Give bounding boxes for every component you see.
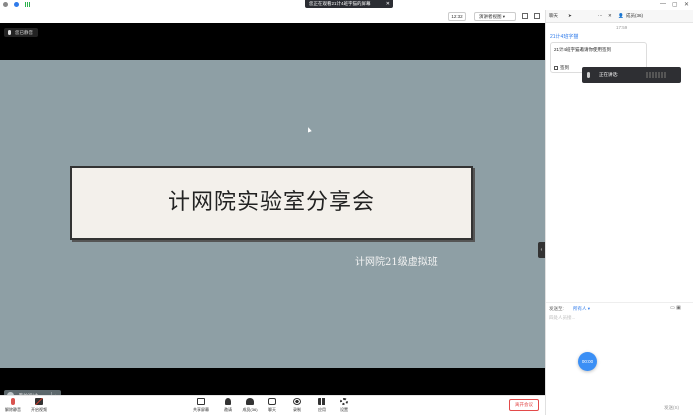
panel-tabs: 聊天 ➤ ⋯ ✕ 👤 成员(36) <box>546 10 693 23</box>
chat-panel: 聊天 ➤ ⋯ ✕ 👤 成员(36) 17:59 21计4班字猫 21计4班字猫邀… <box>545 10 693 415</box>
start-video-label: 开启视频 <box>31 407 47 412</box>
microphone-icon <box>587 72 590 78</box>
more-icon[interactable]: ⋯ <box>598 13 603 19</box>
share-banner-text: 您正在观看21计4班字猫的屏幕 <box>309 1 371 6</box>
slide-subtitle: 计网院21级虚拟班 <box>355 257 438 268</box>
mute-status-text: 您已静音 <box>15 30 33 35</box>
unmute-label: 解除静音 <box>5 407 21 412</box>
record-icon <box>293 398 301 405</box>
checkin-label: 签到 <box>560 65 569 70</box>
share-screen-button[interactable]: 共享屏幕 <box>190 398 212 413</box>
audio-level-icon <box>646 72 666 78</box>
collapse-panel-button[interactable]: ‹ <box>538 242 545 258</box>
leave-meeting-button[interactable]: 离开会议 <box>509 399 539 411</box>
speaking-indicator: 正在讲话: <box>582 67 681 83</box>
close-icon[interactable]: ✕ <box>386 0 390 8</box>
minimize-button[interactable]: — <box>660 1 666 7</box>
start-video-button[interactable]: 开启视频 <box>28 398 50 413</box>
invite-icon <box>225 398 231 405</box>
microphone-icon <box>8 30 11 35</box>
meeting-toolbar: 12:32 演讲者视图 ▾ <box>0 10 545 23</box>
apps-label: 应用 <box>318 407 326 412</box>
checkin-button[interactable]: 签到 <box>554 65 569 71</box>
members-label: 成员(36) <box>242 407 258 412</box>
info-icon[interactable] <box>3 2 8 7</box>
shield-icon[interactable] <box>14 2 19 7</box>
floating-timer-button[interactable]: 00:00 <box>578 352 597 371</box>
send-to-label: 发送至: <box>549 306 564 311</box>
share-banner: 您正在观看21计4班字猫的屏幕 ✕ <box>305 0 393 8</box>
invite-label: 邀请 <box>224 407 232 412</box>
bottom-control-bar: 解除静音 开启视频 共享屏幕 邀请 成员(36) 聊天 录制 应用 设置 离开会… <box>0 395 545 415</box>
message-timestamp: 17:59 <box>616 25 628 30</box>
send-to-dropdown[interactable]: 所有人 ▾ <box>573 306 590 312</box>
share-screen-icon <box>197 398 205 405</box>
speaking-label: 正在讲话: <box>599 72 619 77</box>
unmute-button[interactable]: 解除静音 <box>2 398 24 413</box>
send-target-row: 发送至: 所有人 ▾ ▭ ▣ <box>546 302 693 313</box>
chat-input[interactable]: 四处人员接... <box>549 315 575 321</box>
checkin-icon <box>554 66 558 70</box>
record-label: 录制 <box>293 407 301 412</box>
tab-chat[interactable]: 聊天 <box>549 13 558 19</box>
record-button[interactable]: 录制 <box>286 398 308 413</box>
apps-button[interactable]: 应用 <box>311 398 333 413</box>
microphone-icon <box>11 398 15 405</box>
members-button[interactable]: 成员(36) <box>239 398 261 413</box>
send-button[interactable]: 发送(S) <box>664 405 679 411</box>
shared-slide: 计网院实验室分享会 计网院21级虚拟班 ‹ 陶伯行(主... › <box>0 60 545 401</box>
title-bar: 您正在观看21计4班字猫的屏幕 ✕ — ▢ ✕ <box>0 0 693 10</box>
slide-title: 计网院实验室分享会 <box>167 190 375 215</box>
invite-button[interactable]: 邀请 <box>217 398 239 413</box>
user-icon: 👤 <box>618 13 624 18</box>
camera-off-icon <box>35 398 43 405</box>
layout-icon[interactable] <box>534 13 540 19</box>
message-text: 21计4班字猫邀请你使用签到 <box>554 47 612 52</box>
message-sender[interactable]: 21计4班字猫 <box>550 33 578 40</box>
screenshot-icon[interactable]: ▭ ▣ <box>670 305 681 311</box>
slide-title-box: 计网院实验室分享会 <box>70 166 473 240</box>
close-window-button[interactable]: ✕ <box>684 1 689 8</box>
settings-label: 设置 <box>340 407 348 412</box>
meeting-timer: 12:32 <box>448 12 466 21</box>
apps-icon <box>318 398 326 405</box>
settings-icon <box>340 398 348 405</box>
members-icon <box>246 398 254 405</box>
cursor-icon: ➤ <box>568 13 572 18</box>
maximize-button[interactable]: ▢ <box>672 1 678 8</box>
video-stage: 您已静音 计网院实验室分享会 计网院21级虚拟班 ‹ 陶伯行(主... › <box>0 23 545 401</box>
fullscreen-icon[interactable] <box>522 13 528 19</box>
view-mode-dropdown[interactable]: 演讲者视图 ▾ <box>474 12 516 21</box>
share-screen-label: 共享屏幕 <box>193 407 209 412</box>
mute-status-chip[interactable]: 您已静音 <box>4 28 38 37</box>
signal-icon[interactable] <box>25 2 30 7</box>
tab-members[interactable]: 成员(36) <box>626 13 643 19</box>
chat-button[interactable]: 聊天 <box>261 398 283 413</box>
mouse-cursor-icon <box>306 126 312 133</box>
close-icon[interactable]: ✕ <box>608 13 612 19</box>
chat-label: 聊天 <box>268 407 276 412</box>
chat-icon <box>268 398 276 405</box>
settings-button[interactable]: 设置 <box>333 398 355 413</box>
